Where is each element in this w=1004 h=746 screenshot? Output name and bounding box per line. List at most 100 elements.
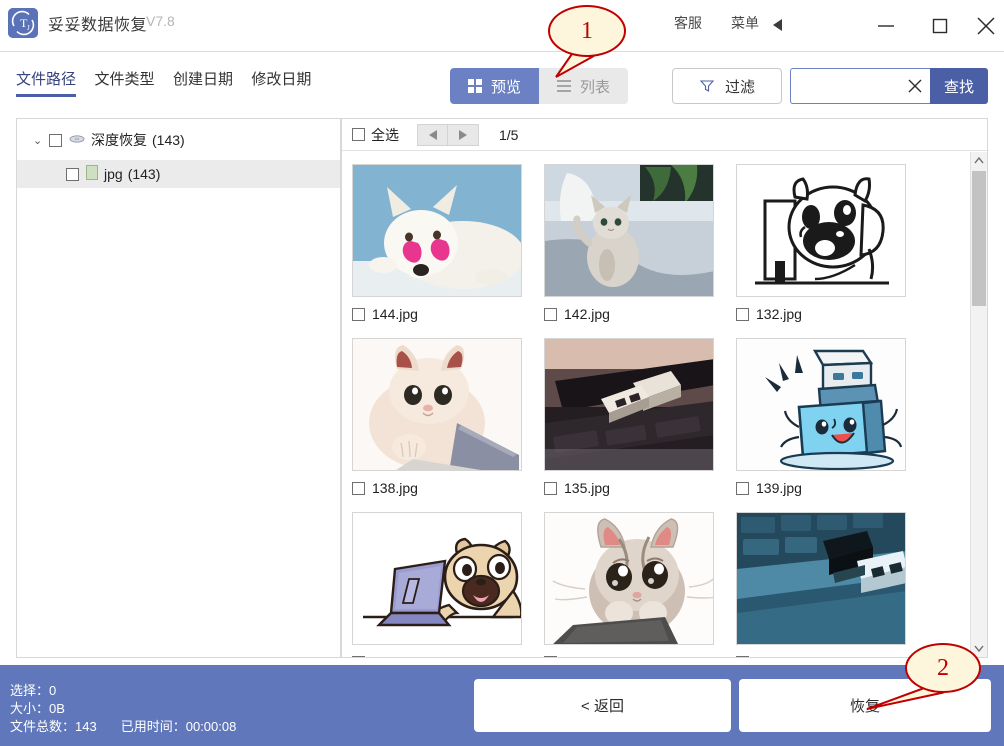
- thumbnail-image-kitten-blanket[interactable]: [544, 164, 714, 297]
- thumbnail-label-row[interactable]: 138.jpg: [352, 480, 544, 496]
- thumbnail-item[interactable]: 134.jpg: [544, 512, 736, 657]
- thumbnail-item[interactable]: 133.jpg: [352, 512, 544, 657]
- tab-file-type[interactable]: 文件类型: [94, 68, 154, 95]
- tree-node-jpg[interactable]: jpg (143): [17, 160, 340, 188]
- tree-node-deep-recovery[interactable]: ⌄ 深度恢复 (143): [17, 126, 340, 154]
- thumbnail-label-row[interactable]: 133.jpg: [352, 654, 544, 657]
- grid-view-icon: [468, 79, 482, 93]
- callout-2-bubble: 2: [905, 643, 981, 693]
- app-version: V7.8: [146, 13, 175, 29]
- thumbnail-filename: 142.jpg: [564, 306, 610, 322]
- thumbnail-item[interactable]: 138.jpg: [352, 338, 544, 512]
- callout-1-bubble: 1: [548, 5, 626, 57]
- thumbnail-item[interactable]: 135.jpg: [544, 338, 736, 512]
- next-page-icon[interactable]: [448, 123, 479, 146]
- thumbnail-image-usb-keyboard-blue[interactable]: [736, 512, 906, 645]
- thumbnail-checkbox[interactable]: [736, 481, 749, 495]
- file-list-panel: 全选 1/5 144.jpg 142.jpg 132.jpg 138.jpg 1…: [341, 118, 988, 658]
- tree-node-label: 深度恢复: [91, 132, 147, 148]
- view-mode-preview[interactable]: 预览: [450, 68, 540, 104]
- thumbnail-image-sad-kitten-laptop[interactable]: [544, 512, 714, 645]
- elapsed-label: 已用时间：: [120, 719, 186, 734]
- search-button[interactable]: 查找: [930, 68, 988, 104]
- thumbnail-image-usb-mascot[interactable]: [736, 338, 906, 471]
- search-input[interactable]: [791, 69, 903, 103]
- filter-button[interactable]: 过滤: [672, 68, 782, 104]
- tree-node-checkbox[interactable]: [49, 133, 62, 147]
- thumbnail-item[interactable]: 139.jpg: [736, 338, 928, 512]
- thumbnail-checkbox[interactable]: [544, 481, 557, 495]
- thumbnail-checkbox[interactable]: [352, 481, 365, 495]
- thumbnail-checkbox[interactable]: [352, 655, 365, 657]
- funnel-icon: [699, 80, 715, 92]
- menu-link[interactable]: 菜单: [731, 13, 759, 33]
- total-label: 文件总数：: [10, 719, 76, 734]
- size-row: 大小：0B: [10, 700, 236, 718]
- tree-child-label: jpg: [104, 166, 123, 182]
- filter-tabs: 文件路径 文件类型 创建日期 修改日期: [16, 68, 325, 97]
- folder-icon: [86, 165, 98, 183]
- close-icon[interactable]: [968, 0, 1004, 51]
- tab-file-path[interactable]: 文件路径: [16, 68, 77, 97]
- status-stats: 选择：0 大小：0B 文件总数： 143 已用时间： 00:00:08: [10, 682, 236, 736]
- selected-value: 0: [49, 683, 57, 698]
- thumbnail-item[interactable]: 144.jpg: [352, 164, 544, 338]
- status-footer: 选择：0 大小：0B 文件总数： 143 已用时间： 00:00:08 < 返回 恢…: [0, 665, 1004, 746]
- prev-page-icon[interactable]: [417, 123, 448, 146]
- thumbnail-item[interactable]: 132.jpg: [736, 164, 928, 338]
- thumbnail-label-row[interactable]: 144.jpg: [352, 306, 544, 322]
- vertical-scrollbar[interactable]: [970, 152, 987, 657]
- thumbnail-checkbox[interactable]: [544, 655, 557, 657]
- app-title: 妥妥数据恢复: [48, 17, 148, 34]
- thumbnail-image-pug-sketch[interactable]: [736, 164, 906, 297]
- thumbnail-checkbox[interactable]: [736, 307, 749, 321]
- thumbnail-checkbox[interactable]: [736, 655, 749, 657]
- callout-annotation-1: 1: [548, 5, 626, 78]
- thumbnail-image-cat-laptop-paint[interactable]: [352, 338, 522, 471]
- thumbnail-checkbox[interactable]: [544, 307, 557, 321]
- chevron-down-icon[interactable]: ⌄: [33, 134, 47, 147]
- tree-child-count: (143): [127, 166, 161, 182]
- selected-label: 选择：: [10, 683, 50, 698]
- title-bar: T J 妥妥数据恢复 V7.8 客服 菜单: [0, 0, 1004, 52]
- minimize-icon[interactable]: [860, 0, 912, 51]
- scroll-up-icon[interactable]: [971, 152, 987, 169]
- maximize-icon[interactable]: [914, 0, 966, 51]
- thumbnail-image-usb-keyboard-warm[interactable]: [544, 338, 714, 471]
- tree-node-count: (143): [152, 132, 185, 148]
- thumbnail-label-row[interactable]: 134.jpg: [544, 654, 736, 657]
- select-all-checkbox[interactable]: [352, 128, 365, 141]
- thumbnail-filename: 139.jpg: [756, 480, 802, 496]
- tab-create-date[interactable]: 创建日期: [173, 68, 233, 95]
- select-all-control[interactable]: 全选: [352, 125, 399, 145]
- thumbnail-filename: 135.jpg: [564, 480, 610, 496]
- back-button[interactable]: < 返回: [474, 679, 731, 732]
- scrollbar-thumb[interactable]: [972, 171, 986, 306]
- content-area: ⌄ 深度恢复 (143) jpg (143) 全选 1/5 144.jpg 14…: [0, 110, 1004, 665]
- view-mode-preview-label: 预览: [491, 78, 522, 96]
- thumbnail-image-dog-sunglasses[interactable]: [352, 164, 522, 297]
- thumbnail-label-row[interactable]: 139.jpg: [736, 480, 928, 496]
- caret-left-icon[interactable]: [773, 19, 782, 31]
- total-value: 143: [75, 719, 97, 734]
- search-area: 查找: [790, 68, 988, 104]
- thumbnail-filename: 132.jpg: [756, 306, 802, 322]
- customer-support-link[interactable]: 客服: [674, 13, 702, 33]
- thumbnail-label-row[interactable]: 136.jpg: [736, 654, 928, 657]
- tree-child-checkbox[interactable]: [66, 167, 79, 181]
- app-logo-icon: T J: [8, 8, 38, 38]
- file-panel-header: 全选 1/5: [342, 119, 987, 151]
- thumbnail-filename: 136.jpg: [756, 654, 802, 657]
- thumbnail-label-row[interactable]: 132.jpg: [736, 306, 928, 322]
- thumbnail-filename: 138.jpg: [372, 480, 418, 496]
- search-box[interactable]: [790, 68, 930, 104]
- thumbnail-item[interactable]: 142.jpg: [544, 164, 736, 338]
- thumbnail-image-pug-cartoon-laptop[interactable]: [352, 512, 522, 645]
- thumbnail-item[interactable]: 136.jpg: [736, 512, 928, 657]
- thumbnail-checkbox[interactable]: [352, 307, 365, 321]
- thumbnail-grid: 144.jpg 142.jpg 132.jpg 138.jpg 135.jpg …: [342, 151, 989, 657]
- clear-x-icon[interactable]: [906, 77, 924, 95]
- thumbnail-label-row[interactable]: 135.jpg: [544, 480, 736, 496]
- tab-modify-date[interactable]: 修改日期: [251, 68, 311, 95]
- thumbnail-label-row[interactable]: 142.jpg: [544, 306, 736, 322]
